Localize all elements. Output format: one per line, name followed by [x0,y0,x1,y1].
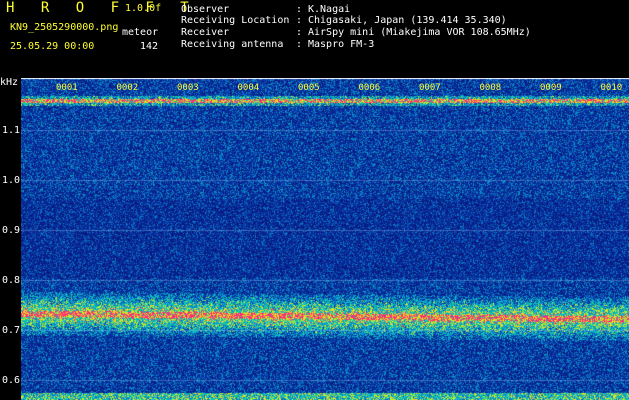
filename-label: KN9_2505290000.png [10,22,119,33]
y-tick-label: 1.0 [2,175,21,186]
antenna-label: Receiving antenna [181,39,284,50]
x-tick-label: 0009 [540,83,562,93]
x-tick-label: 0001 [56,83,78,93]
y-axis-unit: kHz [0,77,19,88]
version-label: 1.0.0f [125,3,162,14]
receiver-colon: : [296,27,303,38]
observer-value: K.Nagai [308,4,351,15]
y-tick-label: 0.8 [2,275,21,286]
x-tick-label: 0008 [479,83,502,93]
y-tick-label: 0.7 [2,325,21,336]
x-tick-label: 0005 [298,83,320,93]
y-tick-label: 0.6 [2,375,21,386]
header-panel: H R O F F T 1.0.0f KN9_2505290000.png me… [0,0,629,78]
count-label: 142 [140,41,159,52]
spectrogram-area [0,78,629,400]
antenna-colon: : [296,39,303,50]
y-tick-label: 1.1 [2,125,21,136]
location-value: Chigasaki, Japan (139.414 35.340) [308,15,507,26]
x-tick-label: 0010 [600,83,623,93]
x-tick-label: 0002 [116,83,139,93]
x-tick-label: 0004 [237,83,260,93]
datetime-label: 25.05.29 00:00 [10,41,95,52]
x-tick-label: 0003 [177,83,199,93]
type-label: meteor [122,27,159,38]
antenna-value: Maspro FM-3 [308,39,375,50]
x-tick-label: 0006 [358,83,381,93]
location-label: Receiving Location [181,15,290,26]
observer-colon: : [296,4,303,15]
location-colon: : [296,15,303,26]
observer-label: Observer [181,4,230,15]
receiver-value: AirSpy mini (Miakejima VOR 108.65MHz) [308,27,531,38]
app-title: H R O F F T [6,0,198,16]
y-tick-label: 0.9 [2,225,21,236]
spectrogram-canvas [21,78,629,400]
receiver-label: Receiver [181,27,230,38]
x-tick-label: 0007 [419,83,441,93]
